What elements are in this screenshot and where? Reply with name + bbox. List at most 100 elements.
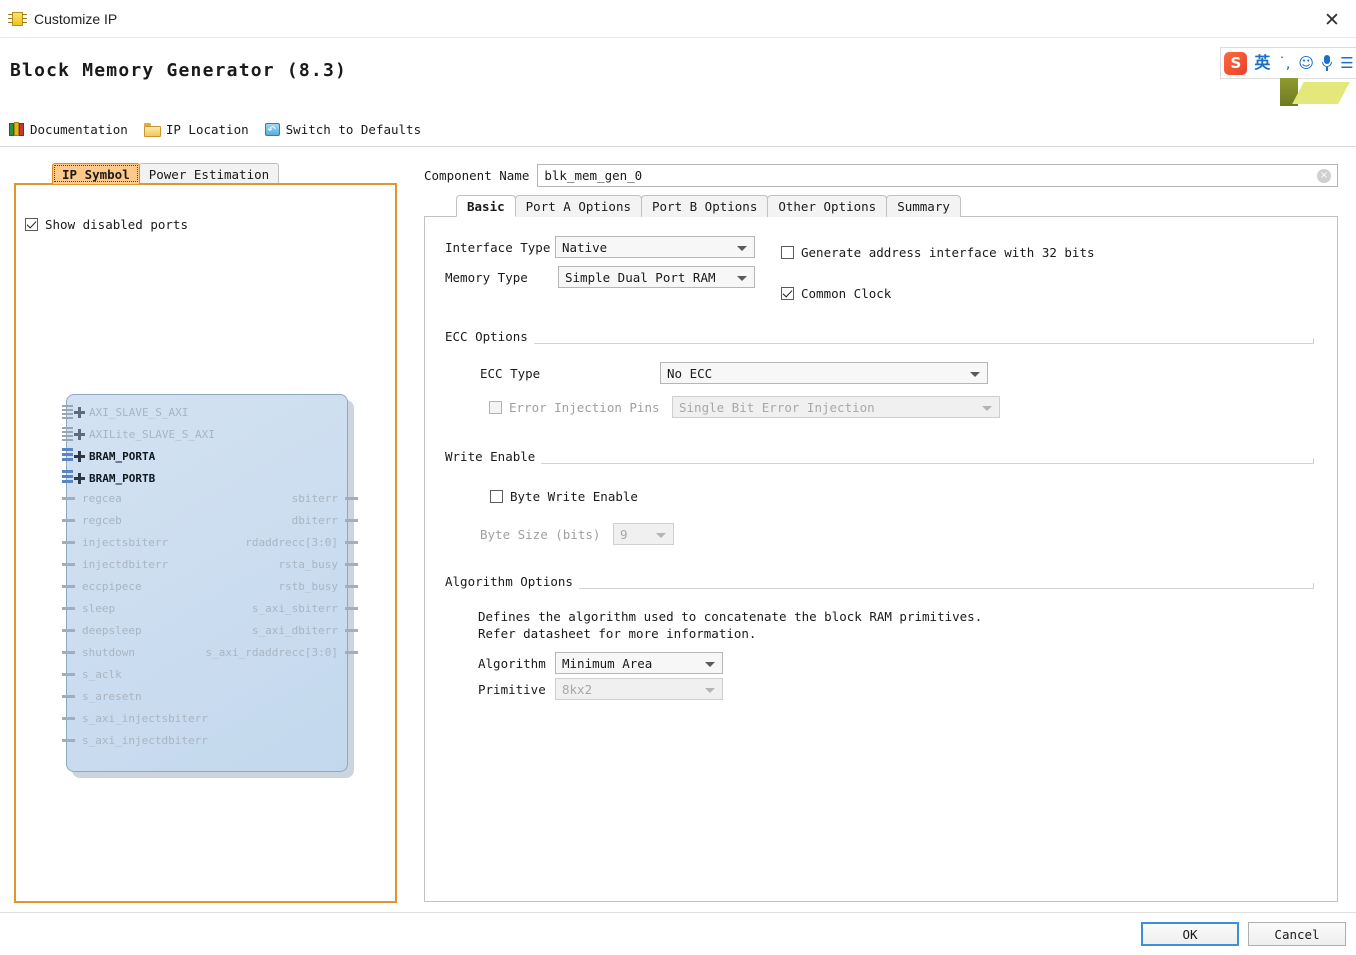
component-name-row: Component Name blk_mem_gen_0 × xyxy=(424,163,1338,187)
port-sleep: sleep xyxy=(62,602,115,615)
port-s-aresetn: s_aresetn xyxy=(62,690,142,703)
chevron-down-icon xyxy=(705,688,715,693)
ime-emoji-icon[interactable]: ☺ xyxy=(1298,55,1314,71)
error-injection-pins-checkbox: Error Injection Pins xyxy=(489,400,660,415)
port-s-axi-sbiterr: s_axi_sbiterr xyxy=(251,602,358,615)
close-icon[interactable]: ✕ xyxy=(1316,7,1348,33)
tab-basic[interactable]: Basic xyxy=(456,195,516,217)
tab-port-b-options[interactable]: Port B Options xyxy=(641,195,769,217)
port-label: regcea xyxy=(82,492,122,505)
bus-port-label: BRAM_PORTB xyxy=(89,471,156,485)
ecc-type-label: ECC Type xyxy=(480,365,541,381)
port-label: regceb xyxy=(82,514,122,527)
port-regceb: regceb xyxy=(62,514,122,527)
expand-icon[interactable] xyxy=(74,472,85,484)
byte-size-value: 9 xyxy=(620,526,628,542)
port-label: s_axi_dbiterr xyxy=(251,624,338,637)
port-injectdbiterr: injectdbiterr xyxy=(62,558,168,571)
algorithm-description: Defines the algorithm used to concatenat… xyxy=(478,609,983,641)
port-s-axi-dbiterr: s_axi_dbiterr xyxy=(251,624,358,637)
chevron-down-icon xyxy=(970,372,980,377)
primitive-label: Primitive xyxy=(478,681,546,697)
primitive-value: 8kx2 xyxy=(562,681,593,697)
port-regcea: regcea xyxy=(62,492,122,505)
error-injection-pins-label: Error Injection Pins xyxy=(509,399,660,415)
bus-port-axi-slave[interactable]: AXI_SLAVE_S_AXI xyxy=(62,404,189,420)
tab-other-options[interactable]: Other Options xyxy=(767,195,888,217)
tab-port-a-options[interactable]: Port A Options xyxy=(514,195,642,217)
byte-write-enable-checkbox[interactable]: Byte Write Enable xyxy=(490,489,638,504)
ime-toolbar[interactable]: S 英 ˙, ☺ ☰ xyxy=(1220,47,1356,79)
bus-port-bram-porta[interactable]: BRAM_PORTA xyxy=(62,448,155,464)
interface-type-value: Native xyxy=(562,239,608,255)
group-tick xyxy=(1313,458,1314,463)
port-s-aclk: s_aclk xyxy=(62,668,122,681)
ok-button[interactable]: OK xyxy=(1141,922,1239,946)
generate-address-interface-checkbox[interactable]: Generate address interface with 32 bits xyxy=(781,245,1095,260)
checkbox-box xyxy=(781,287,794,300)
ime-language-mode[interactable]: 英 xyxy=(1254,55,1270,71)
page-title: Block Memory Generator (8.3) xyxy=(10,60,348,81)
ecc-type-value: No ECC xyxy=(667,365,713,381)
left-tab-strip: IP Symbol Power Estimation xyxy=(14,162,397,184)
port-deepsleep: deepsleep xyxy=(62,624,142,637)
toolbar-label-switch-to-defaults: Switch to Defaults xyxy=(285,122,422,137)
port-rdaddrecc: rdaddrecc[3:0] xyxy=(245,536,358,549)
bus-port-label: AXI_SLAVE_S_AXI xyxy=(89,405,189,419)
ime-punctuation-icon[interactable]: ˙, xyxy=(1277,55,1291,71)
tab-ip-symbol[interactable]: IP Symbol xyxy=(52,163,140,184)
ip-symbol-canvas: Show disabled ports AXI_SLAVE_S_AXI AXIL… xyxy=(14,183,397,903)
cancel-button[interactable]: Cancel xyxy=(1248,922,1346,946)
port-rsta-busy: rsta_busy xyxy=(278,558,358,571)
tab-power-estimation[interactable]: Power Estimation xyxy=(138,163,280,184)
basic-panel: Interface Type Native Memory Type Simple… xyxy=(424,216,1338,902)
port-label: rstb_busy xyxy=(278,580,338,593)
toolbar-item-documentation[interactable]: Documentation xyxy=(9,122,128,137)
port-label: s_axi_injectdbiterr xyxy=(82,734,208,747)
ecc-type-row: ECC Type No ECC xyxy=(480,362,988,384)
port-label: injectsbiterr xyxy=(82,536,169,549)
chevron-down-icon xyxy=(737,276,747,281)
bus-port-bram-portb[interactable]: BRAM_PORTB xyxy=(62,470,156,486)
interface-type-label: Interface Type xyxy=(445,239,551,255)
component-name-value: blk_mem_gen_0 xyxy=(544,167,643,183)
ime-microphone-icon[interactable] xyxy=(1321,55,1333,71)
ecc-type-select[interactable]: No ECC xyxy=(660,362,988,384)
tab-summary[interactable]: Summary xyxy=(886,195,961,217)
main-tab-strip: Basic Port A Options Port B Options Othe… xyxy=(428,194,961,217)
port-label: s_aresetn xyxy=(82,690,142,703)
show-disabled-ports-checkbox[interactable]: Show disabled ports xyxy=(25,217,188,232)
component-name-input[interactable]: blk_mem_gen_0 × xyxy=(537,163,1338,187)
clear-icon[interactable]: × xyxy=(1317,168,1331,183)
group-tick xyxy=(1313,583,1314,588)
interface-type-select[interactable]: Native xyxy=(555,236,755,258)
expand-icon[interactable] xyxy=(74,406,85,418)
common-clock-checkbox[interactable]: Common Clock xyxy=(781,286,891,301)
port-label: shutdown xyxy=(82,646,135,659)
expand-icon[interactable] xyxy=(74,428,85,440)
checkbox-box xyxy=(781,246,794,259)
dialog-footer: OK Cancel xyxy=(0,912,1356,955)
chevron-down-icon xyxy=(705,662,715,667)
ime-menu-icon[interactable]: ☰ xyxy=(1340,55,1354,71)
byte-size-label: Byte Size (bits) xyxy=(480,526,601,542)
toolbar-item-switch-to-defaults[interactable]: ↶ Switch to Defaults xyxy=(264,122,422,137)
toolbar-item-ip-location[interactable]: IP Location xyxy=(143,122,249,137)
bus-port-axilite-slave[interactable]: AXILite_SLAVE_S_AXI xyxy=(62,426,215,442)
checkbox-box xyxy=(490,490,503,503)
ip-chip-icon xyxy=(8,10,27,28)
port-label: s_axi_sbiterr xyxy=(251,602,338,615)
sogou-logo-icon[interactable]: S xyxy=(1224,51,1248,75)
port-label: sbiterr xyxy=(291,492,338,505)
port-sbiterr: sbiterr xyxy=(291,492,358,505)
port-label: s_axi_rdaddrecc[3:0] xyxy=(205,646,338,659)
show-disabled-ports-label: Show disabled ports xyxy=(45,217,188,232)
algorithm-select[interactable]: Minimum Area xyxy=(555,652,723,674)
port-s-axi-injectdbiterr: s_axi_injectdbiterr xyxy=(62,734,208,747)
algorithm-value: Minimum Area xyxy=(562,655,653,671)
port-dbiterr: dbiterr xyxy=(292,514,358,527)
expand-icon[interactable] xyxy=(74,450,85,462)
component-name-label: Component Name xyxy=(424,167,530,183)
memory-type-select[interactable]: Simple Dual Port RAM xyxy=(558,266,755,288)
port-label: rsta_busy xyxy=(278,558,338,571)
